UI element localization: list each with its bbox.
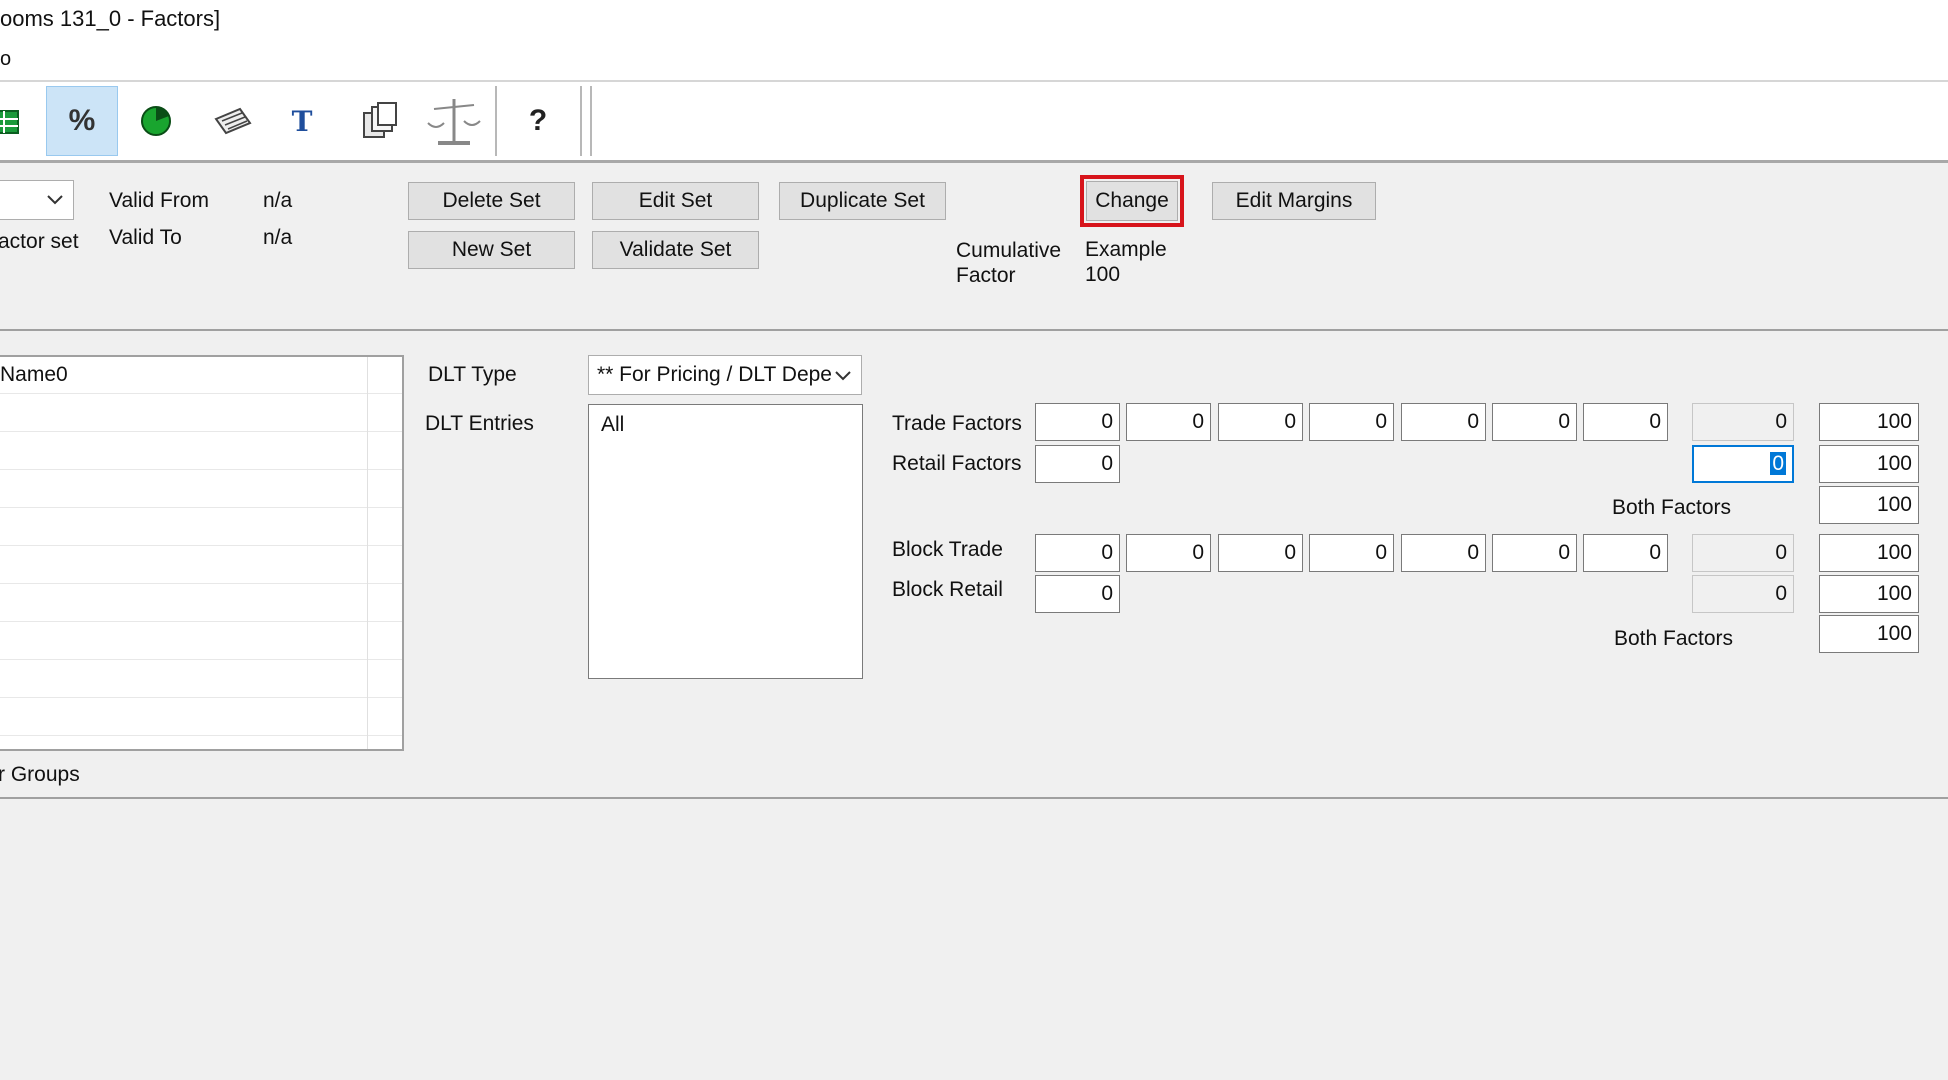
pie-chart-icon: [141, 106, 171, 136]
example-label: Example: [1085, 238, 1167, 261]
new-set-button[interactable]: New Set: [408, 231, 575, 269]
block-trade-field[interactable]: 0: [1492, 534, 1577, 572]
copy-pages-icon: [363, 102, 397, 138]
dlt-type-label: DLT Type: [428, 363, 517, 386]
scales-icon: [427, 99, 481, 145]
retail-result-field[interactable]: 100: [1819, 445, 1919, 483]
factor-set-label: actor set: [0, 230, 79, 253]
chevron-down-icon: [835, 371, 851, 381]
groups-grid[interactable]: Name0: [0, 355, 404, 751]
dlt-entries-label: DLT Entries: [425, 412, 534, 435]
chevron-down-icon: [47, 195, 63, 205]
valid-to-label: Valid To: [109, 226, 182, 249]
toolbar-scales-button[interactable]: [418, 86, 490, 156]
groups-footer-label: r Groups: [0, 763, 80, 786]
toolbar-keyboard-button[interactable]: [196, 86, 268, 156]
title-bar: [0, 0, 1948, 80]
both-factors-label: Both Factors: [1612, 496, 1732, 519]
trade-factor-field[interactable]: 0: [1583, 403, 1668, 441]
toolbar-percent-button[interactable]: %: [46, 86, 118, 156]
trade-factors-label: Trade Factors: [892, 412, 1022, 435]
both-factors-result-field[interactable]: 100: [1819, 615, 1919, 653]
dlt-type-value: ** For Pricing / DLT Depe: [597, 363, 832, 386]
trade-factor-field[interactable]: 0: [1218, 403, 1303, 441]
block-trade-field[interactable]: 0: [1583, 534, 1668, 572]
trade-factor-field[interactable]: 0: [1309, 403, 1394, 441]
dlt-entries-list[interactable]: All: [588, 404, 863, 679]
list-item[interactable]: All: [601, 413, 850, 437]
toolbar-text-button[interactable]: T: [266, 86, 338, 156]
section-divider: [0, 797, 1948, 799]
trade-factor-field[interactable]: 0: [1126, 403, 1211, 441]
toolbar: % T ?: [0, 80, 1948, 163]
block-trade-field[interactable]: 0: [1309, 534, 1394, 572]
trade-factor-field[interactable]: 0: [1492, 403, 1577, 441]
change-button[interactable]: Change: [1086, 181, 1178, 221]
edit-set-button[interactable]: Edit Set: [592, 182, 759, 220]
block-trade-label: Block Trade: [892, 538, 1003, 561]
section-divider: [0, 329, 1948, 331]
block-trade-field[interactable]: 0: [1218, 534, 1303, 572]
block-trade-total-field: 0: [1692, 534, 1794, 572]
block-trade-field[interactable]: 0: [1401, 534, 1486, 572]
retail-factor-field[interactable]: 0: [1035, 445, 1120, 483]
dlt-type-select[interactable]: ** For Pricing / DLT Depe: [588, 355, 862, 395]
retail-factors-label: Retail Factors: [892, 452, 1022, 475]
block-retail-result-field[interactable]: 100: [1819, 575, 1919, 613]
cumulative-factor-label: Cumulative Factor: [956, 239, 1062, 287]
trade-factor-field[interactable]: 0: [1035, 403, 1120, 441]
trade-total-field: 0: [1692, 403, 1794, 441]
retail-total-field[interactable]: 0: [1692, 445, 1794, 483]
both-factors-label: Both Factors: [1614, 627, 1734, 650]
block-retail-field[interactable]: 0: [1035, 575, 1120, 613]
groups-column-header: Name0: [0, 363, 68, 386]
help-icon: ?: [528, 104, 548, 137]
toolbar-pie-chart-button[interactable]: [120, 86, 192, 156]
valid-to-value: n/a: [263, 226, 293, 249]
validate-set-button[interactable]: Validate Set: [592, 231, 759, 269]
block-retail-total-field: 0: [1692, 575, 1794, 613]
toolbar-table-button[interactable]: [0, 86, 42, 156]
window-title: ooms 131_0 - Factors]: [0, 6, 221, 31]
duplicate-set-button[interactable]: Duplicate Set: [779, 182, 946, 220]
block-trade-result-field[interactable]: 100: [1819, 534, 1919, 572]
toolbar-copy-pages-button[interactable]: [344, 86, 416, 156]
valid-from-label: Valid From: [109, 189, 209, 212]
keyboard-icon: [214, 107, 252, 135]
example-value: 100: [1085, 263, 1121, 286]
block-trade-field[interactable]: 0: [1126, 534, 1211, 572]
table-icon: [0, 110, 19, 134]
factor-set-dropdown[interactable]: [0, 180, 74, 220]
trade-result-field[interactable]: 100: [1819, 403, 1919, 441]
menu-item-fragment[interactable]: o: [0, 48, 11, 71]
block-retail-label: Block Retail: [892, 578, 1003, 601]
block-trade-field[interactable]: 0: [1035, 534, 1120, 572]
edit-margins-button[interactable]: Edit Margins: [1212, 182, 1376, 220]
percent-icon: %: [68, 104, 96, 137]
retail-total-value: 0: [1770, 452, 1786, 475]
both-factors-result-field[interactable]: 100: [1819, 486, 1919, 524]
toolbar-help-button[interactable]: ?: [502, 86, 574, 156]
text-icon: T: [291, 104, 313, 138]
delete-set-button[interactable]: Delete Set: [408, 182, 575, 220]
valid-from-value: n/a: [263, 189, 293, 212]
trade-factor-field[interactable]: 0: [1401, 403, 1486, 441]
